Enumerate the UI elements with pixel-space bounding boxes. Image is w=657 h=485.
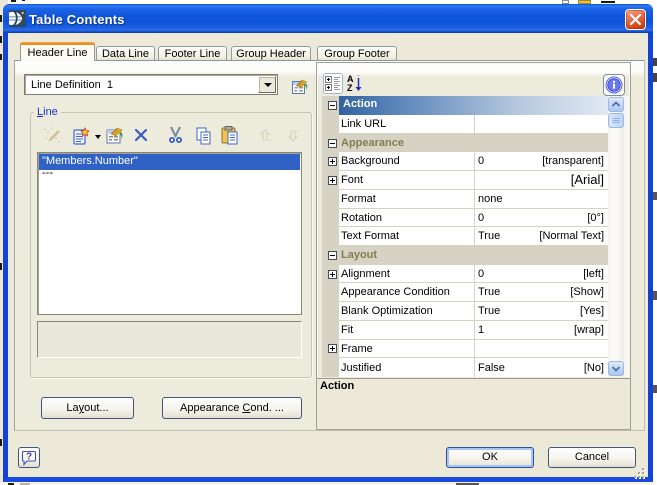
svg-text:Z: Z	[347, 83, 353, 93]
svg-text:?: ?	[26, 452, 32, 463]
